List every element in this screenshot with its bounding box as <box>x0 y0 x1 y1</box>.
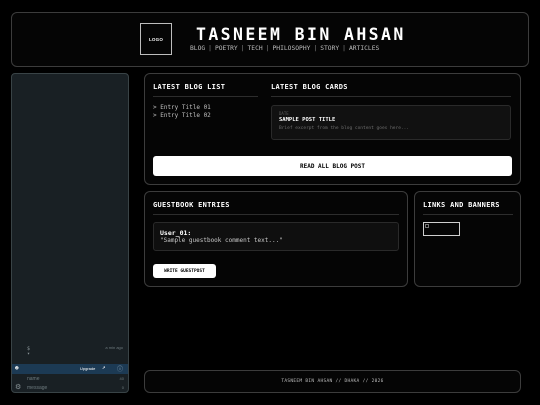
nav-blog[interactable]: BLOG <box>190 45 205 52</box>
name-field-label: name <box>27 376 40 382</box>
nav-separator: | <box>240 45 245 52</box>
blog-panel: LATEST BLOG LIST > Entry Title 01 > Entr… <box>144 73 521 185</box>
divider <box>271 96 511 97</box>
blog-entry-link[interactable]: > Entry Title 01 <box>153 104 211 111</box>
upgrade-link[interactable]: Upgrade <box>80 366 95 371</box>
nav-articles[interactable]: ARTICLES <box>349 45 379 52</box>
banner-image[interactable] <box>423 222 460 236</box>
blog-card-excerpt: Brief excerpt from the blog content goes… <box>279 126 410 131</box>
user-icon[interactable]: ☻ <box>15 365 19 372</box>
guestbook-entry: User_01: "Sample guestbook comment text.… <box>153 222 399 251</box>
broken-image-icon <box>425 224 429 228</box>
divider <box>153 214 399 215</box>
nav-story[interactable]: STORY <box>320 45 339 52</box>
site-title[interactable]: TASNEEM BIN AHSAN <box>196 25 406 44</box>
blog-card-title[interactable]: SAMPLE POST TITLE <box>279 117 335 123</box>
read-all-blog-button[interactable]: READ ALL BLOG POST <box>153 156 512 176</box>
message-field-label: message <box>27 385 48 391</box>
nav-separator: | <box>208 45 212 52</box>
nav-poetry[interactable]: POETRY <box>215 45 238 52</box>
links-panel: LINKS AND BANNERS <box>414 191 521 287</box>
latest-blog-list-title: LATEST BLOG LIST <box>153 83 226 91</box>
write-guestpost-button[interactable]: WRITE GUESTPOST <box>153 264 216 278</box>
nav-tech[interactable]: TECH <box>248 45 263 52</box>
footer-text: TASNEEM BIN AHSAN // DHAKA // 2026 <box>281 379 384 384</box>
divider <box>153 96 258 97</box>
guestbook-title: GUESTBOOK ENTRIES <box>153 201 230 209</box>
site-footer: TASNEEM BIN AHSAN // DHAKA // 2026 <box>144 370 521 393</box>
external-link-icon[interactable]: ↗ <box>102 364 106 371</box>
nav-separator: | <box>313 45 318 52</box>
guestbook-entry-user: User_01: <box>160 229 192 237</box>
nav-separator: | <box>265 45 270 52</box>
latest-blog-cards-title: LATEST BLOG CARDS <box>271 83 348 91</box>
info-icon[interactable]: ⓘ <box>117 364 123 373</box>
scroll-indicator[interactable]: $ ▾ <box>27 347 30 357</box>
site-header: LOGO TASNEEM BIN AHSAN BLOG | POETRY | TECH |… <box>11 12 529 67</box>
name-field-counter: 40 <box>119 376 124 381</box>
message-timestamp: a min ago <box>105 345 123 350</box>
message-field-counter: 0 <box>121 385 124 390</box>
site-logo[interactable]: LOGO <box>140 23 172 55</box>
nav-separator: | <box>342 45 346 52</box>
message-field[interactable]: ⚙ message 0 <box>12 383 128 392</box>
chevron-down-icon: ▾ <box>27 351 31 357</box>
nav-philosophy[interactable]: PHILOSOPHY <box>272 45 310 52</box>
main-nav: BLOG | POETRY | TECH | PHILOSOPHY | STORY | ARTICL… <box>190 45 379 52</box>
guestbook-entry-comment: "Sample guestbook comment text..." <box>160 237 283 244</box>
gear-icon[interactable]: ⚙ <box>15 383 21 391</box>
links-banners-title: LINKS AND BANNERS <box>423 201 500 209</box>
chat-toolbar: ☻ Upgrade ↗ ⓘ <box>12 364 128 374</box>
blog-card[interactable]: DATE SAMPLE POST TITLE Brief excerpt fro… <box>271 105 511 140</box>
guestbook-panel: GUESTBOOK ENTRIES User_01: "Sample guest… <box>144 191 408 287</box>
divider <box>423 214 513 215</box>
blog-card-date: DATE <box>279 111 289 116</box>
chat-widget[interactable]: $ ▾ a min ago ☻ Upgrade ↗ ⓘ name 40 ⚙ me… <box>11 73 129 393</box>
blog-entry-link[interactable]: > Entry Title 02 <box>153 112 211 119</box>
